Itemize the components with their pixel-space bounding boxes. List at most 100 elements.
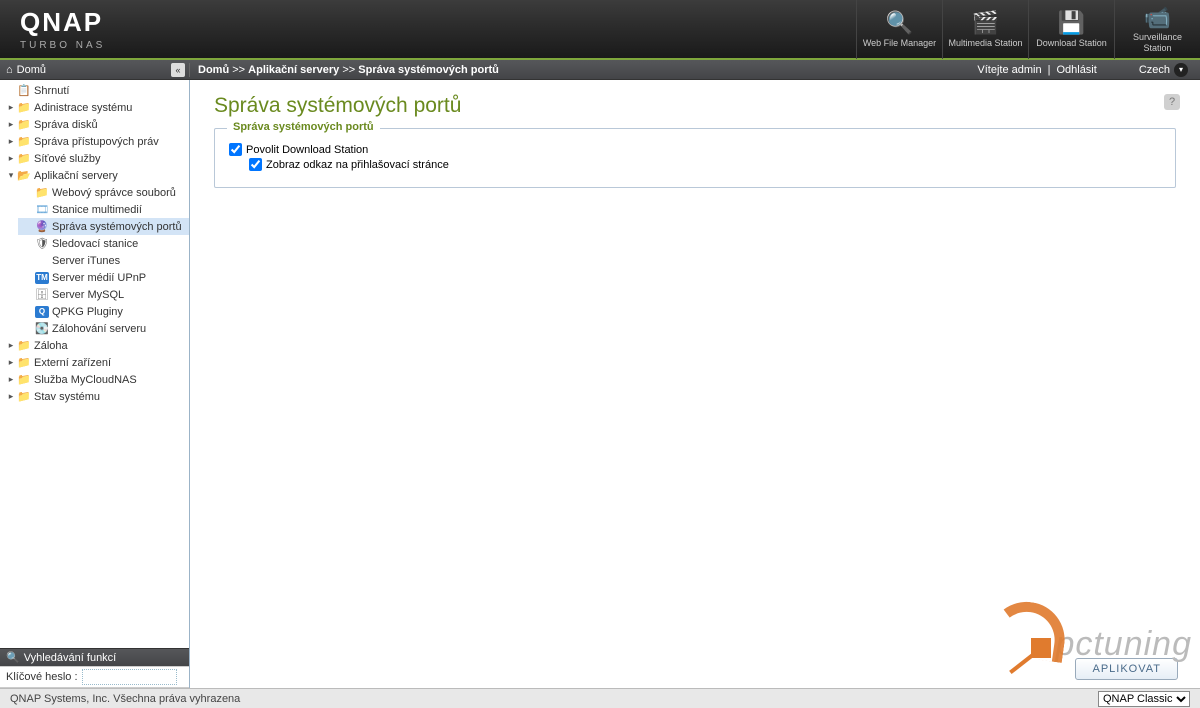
app-icon: 🔍: [885, 10, 915, 36]
expand-icon: ▸: [6, 391, 16, 402]
app-header: QNAP TURBO NAS 🔍Web File Manager🎬Multime…: [0, 0, 1200, 60]
brand-logo: QNAP TURBO NAS: [0, 7, 105, 51]
footer-bar: QNAP Systems, Inc. Všechna práva vyhraze…: [0, 688, 1200, 708]
chevron-down-icon: ▾: [1174, 63, 1188, 77]
theme-selector[interactable]: QNAP Classic: [1098, 691, 1190, 707]
nav-item-spr-va-p-stupov-ch-pr-v[interactable]: ▸📁Správa přístupových práv: [0, 133, 189, 150]
logout-link[interactable]: Odhlásit: [1056, 64, 1096, 76]
header-app-web-file-manager[interactable]: 🔍Web File Manager: [856, 0, 942, 59]
collapse-sidebar-button[interactable]: «: [171, 63, 185, 77]
help-button[interactable]: ?: [1164, 94, 1180, 110]
nav-label: Síťové služby: [34, 153, 101, 165]
crumb-home[interactable]: Domů: [198, 64, 229, 76]
nav-item-z-loha[interactable]: ▸📁Záloha: [0, 337, 189, 354]
folder-icon: 📂: [16, 169, 32, 183]
header-app-download-station[interactable]: 💾 Download Station: [1028, 0, 1114, 59]
header-app-launcher: 🔍Web File Manager🎬Multimedia Station 💾 Dow…: [856, 0, 1200, 59]
nav-item-aplika-n-servery[interactable]: ▾📂Aplikační servery: [0, 167, 189, 184]
expand-icon: ▸: [6, 102, 16, 113]
nav-label: Externí zařízení: [34, 357, 111, 369]
nav-item-stav-syst-mu[interactable]: ▸📁Stav systému: [0, 388, 189, 405]
page-title: Správa systémových portů: [214, 94, 1176, 118]
nav-label: Adinistrace systému: [34, 102, 132, 114]
crumb-page: Správa systémových portů: [358, 64, 499, 76]
nav-sub-server-m-di-upnp[interactable]: TMServer médií UPnP: [18, 269, 189, 286]
sidebar-title: Domů: [17, 64, 46, 76]
nav-sub-server-mysql[interactable]: 🗄Server MySQL: [18, 286, 189, 303]
search-row: Klíčové heslo :: [0, 666, 189, 688]
app-icon: 🎞: [34, 203, 50, 217]
folder-icon: 📋: [16, 84, 32, 98]
folder-icon: 📁: [16, 356, 32, 370]
main-panel: ? Správa systémových portů Správa systém…: [190, 80, 1200, 688]
nav-label: Služba MyCloudNAS: [34, 374, 137, 386]
show-login-link-checkbox[interactable]: [249, 158, 262, 171]
enable-download-station-row[interactable]: Povolit Download Station: [229, 143, 1161, 156]
brand-name: QNAP: [20, 7, 105, 38]
nav-sub-server-itunes[interactable]: Server iTunes: [18, 252, 189, 269]
nav-sub-z-lohov-n-serveru[interactable]: 💽Zálohování serveru: [18, 320, 189, 337]
nav-sub-spr-va-syst-mov-ch-port-[interactable]: 🔮Správa systémových portů: [18, 218, 189, 235]
app-icon: 💾: [1057, 10, 1087, 36]
header-app-surveillance-station[interactable]: 📹Surveillance Station: [1114, 0, 1200, 59]
search-icon: 🔍: [6, 651, 20, 664]
folder-icon: 📁: [16, 101, 32, 115]
settings-fieldset: Správa systémových portů Povolit Downloa…: [214, 128, 1176, 188]
nav-item-shrnut-[interactable]: 📋Shrnutí: [0, 82, 189, 99]
nav-label: Zálohování serveru: [52, 323, 146, 335]
expand-icon: ▸: [6, 153, 16, 164]
nav-tree: 📋Shrnutí▸📁Adinistrace systému▸📁Správa di…: [0, 80, 189, 648]
button-row: APLIKOVAT: [190, 650, 1200, 688]
nav-item-slu-ba-mycloudnas[interactable]: ▸📁Služba MyCloudNAS: [0, 371, 189, 388]
expand-icon: ▸: [6, 374, 16, 385]
nav-sidebar: 📋Shrnutí▸📁Adinistrace systému▸📁Správa di…: [0, 80, 190, 688]
app-label: Download Station: [1036, 38, 1107, 49]
nav-label: Server iTunes: [52, 255, 120, 267]
folder-icon: 📁: [16, 390, 32, 404]
breadcrumb: Domů >> Aplikační servery >> Správa syst…: [190, 64, 977, 76]
brand-sub: TURBO NAS: [20, 40, 105, 51]
search-label: Klíčové heslo :: [6, 671, 78, 683]
apply-button[interactable]: APLIKOVAT: [1075, 658, 1178, 680]
nav-label: Stav systému: [34, 391, 100, 403]
nav-label: Shrnutí: [34, 85, 69, 97]
chk2-label: Zobraz odkaz na přihlašovací stránce: [266, 159, 449, 171]
app-label: Multimedia Station: [948, 38, 1022, 49]
app-icon: 🔮: [34, 220, 50, 234]
nav-item-adinistrace-syst-mu[interactable]: ▸📁Adinistrace systému: [0, 99, 189, 116]
welcome-text: Vítejte admin: [977, 64, 1041, 76]
expand-icon: ▸: [6, 136, 16, 147]
folder-icon: 📁: [16, 339, 32, 353]
nav-item-extern-za-zen-[interactable]: ▸📁Externí zařízení: [0, 354, 189, 371]
crumb-section[interactable]: Aplikační servery: [248, 64, 339, 76]
nav-sub-stanice-multimedi-[interactable]: 🎞Stanice multimedií: [18, 201, 189, 218]
fieldset-legend: Správa systémových portů: [227, 121, 380, 133]
nav-sub-qpkg-pluginy[interactable]: QQPKG Pluginy: [18, 303, 189, 320]
nav-sub-webov-spr-vce-soubor-[interactable]: 📁Webový správce souborů: [18, 184, 189, 201]
search-input[interactable]: [82, 669, 177, 685]
show-login-link-row[interactable]: Zobraz odkaz na přihlašovací stránce: [249, 158, 1161, 171]
app-icon: [34, 254, 50, 268]
enable-download-station-checkbox[interactable]: [229, 143, 242, 156]
folder-icon: 📁: [16, 373, 32, 387]
copyright-text: QNAP Systems, Inc. Všechna práva vyhraze…: [10, 693, 240, 705]
nav-label: Server MySQL: [52, 289, 124, 301]
language-selector[interactable]: Czech ▾: [1139, 63, 1188, 77]
app-icon: 🛡: [34, 237, 50, 251]
nav-sub-sledovac-stanice[interactable]: 🛡Sledovací stanice: [18, 235, 189, 252]
folder-icon: 📁: [16, 135, 32, 149]
nav-label: Správa systémových portů: [52, 221, 182, 233]
nav-label: Správa přístupových práv: [34, 136, 159, 148]
expand-icon: ▸: [6, 119, 16, 130]
chk1-label: Povolit Download Station: [246, 144, 368, 156]
expand-icon: ▸: [6, 340, 16, 351]
app-icon: 💽: [34, 322, 50, 336]
nav-item-spr-va-disk-[interactable]: ▸📁Správa disků: [0, 116, 189, 133]
nav-item-s-ov-slu-by[interactable]: ▸📁Síťové služby: [0, 150, 189, 167]
header-app-multimedia-station[interactable]: 🎬Multimedia Station: [942, 0, 1028, 59]
expand-icon: ▾: [6, 170, 16, 181]
top-toolbar: ⌂ Domů « Domů >> Aplikační servery >> Sp…: [0, 60, 1200, 80]
nav-label: Správa disků: [34, 119, 98, 131]
sidebar-header: ⌂ Domů «: [0, 63, 190, 77]
app-icon: Q: [34, 305, 50, 319]
